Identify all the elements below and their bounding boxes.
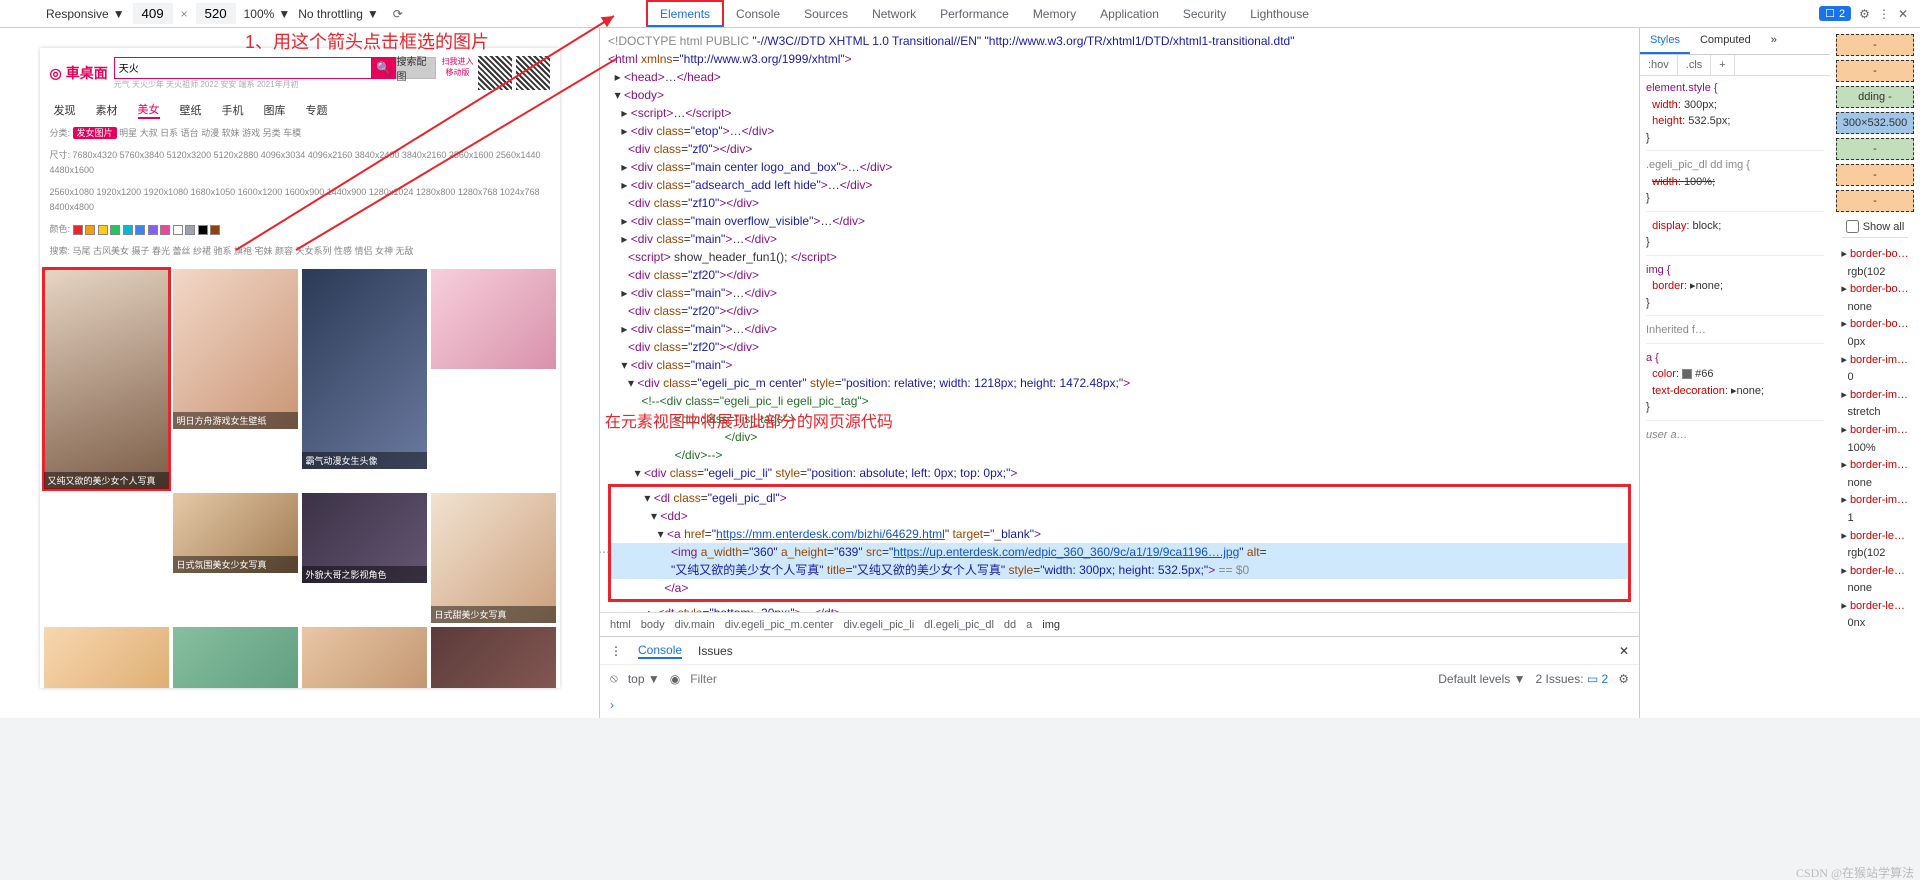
- elements-panel: <!DOCTYPE html PUBLIC "-//W3C//DTD XHTML…: [600, 28, 1640, 718]
- thumb-selected[interactable]: 又纯又欲的美少女个人写真: [44, 269, 169, 489]
- thumb[interactable]: [431, 627, 556, 688]
- styles-tab[interactable]: Styles: [1640, 28, 1690, 54]
- filter-color: 颜色:: [40, 218, 560, 240]
- rendered-page[interactable]: ◎ 車桌面 🔍 搜索配图 元气 天火少年 天火祖师 2022 安安 端系 202…: [40, 48, 560, 688]
- close-icon[interactable]: ✕: [1898, 7, 1908, 21]
- filter-search: 搜索: 马尾 古风美女 摄子 春光 蕾丝 纱裙 驰系 旗袍 宅妹 颜容 天女系列…: [40, 240, 560, 262]
- annotation-2: 2、在元素视图中将展现此部分的网页源代码: [600, 408, 893, 432]
- boxmodel-panel: - - dding - 300×532.500 - - - Show all ▸…: [1830, 28, 1920, 718]
- device-preview: ◎ 車桌面 🔍 搜索配图 元气 天火少年 天火祖师 2022 安安 端系 202…: [0, 28, 600, 718]
- eye-icon[interactable]: ◉: [670, 672, 680, 686]
- drawer-tabs: ⋮ Console Issues ✕: [600, 636, 1639, 664]
- tab-application[interactable]: Application: [1088, 0, 1171, 27]
- thumb[interactable]: [44, 627, 169, 688]
- tab-security[interactable]: Security: [1171, 0, 1238, 27]
- thumb[interactable]: [302, 627, 427, 688]
- settings-icon[interactable]: ⚙: [1859, 7, 1870, 21]
- more-styles-tabs[interactable]: »: [1761, 28, 1787, 54]
- qr-code-1: [478, 56, 512, 90]
- issues-badge[interactable]: ☐ 2: [1819, 6, 1851, 21]
- viewport-width-input[interactable]: [133, 3, 173, 24]
- thumb[interactable]: 霸气动漫女生头像: [302, 269, 427, 469]
- cls-toggle[interactable]: .cls: [1678, 55, 1712, 75]
- console-prompt[interactable]: ›: [600, 692, 1639, 718]
- thumb[interactable]: 日式氛围美女少女写真: [173, 493, 298, 573]
- hov-toggle[interactable]: :hov: [1640, 55, 1678, 75]
- bm-padding: dding -: [1836, 86, 1914, 108]
- computed-props[interactable]: ▸ border-bo… rgb(102▸ border-bo… none▸ b…: [1837, 242, 1912, 637]
- throttle-select[interactable]: No throttling ▼: [298, 7, 379, 21]
- bm-border: -: [1836, 60, 1914, 82]
- thumb[interactable]: 外貌大哥之影视角色: [302, 493, 427, 583]
- bm-content: 300×532.500: [1836, 112, 1914, 134]
- styles-rules[interactable]: element.style { width: 300px; height: 53…: [1640, 76, 1830, 447]
- device-select[interactable]: Responsive ▼: [46, 7, 125, 21]
- console-filter-bar: ⦸ top ▼ ◉ Default levels ▼ 2 Issues: ▭ 2…: [600, 664, 1639, 692]
- more-vert-icon[interactable]: ⋮: [1878, 7, 1890, 21]
- watermark: CSDN @在猴站学算法: [1796, 864, 1914, 880]
- dom-tree[interactable]: <!DOCTYPE html PUBLIC "-//W3C//DTD XHTML…: [600, 28, 1639, 612]
- filter-size: 尺寸: 7680x4320 5760x3840 5120x3200 5120x2…: [40, 144, 560, 181]
- dom-breadcrumb[interactable]: htmlbodydiv.maindiv.egeli_pic_m.centerdi…: [600, 612, 1639, 636]
- drawer-issues-tab[interactable]: Issues: [698, 644, 733, 658]
- issues-link[interactable]: 2 Issues: ▭ 2: [1536, 672, 1609, 686]
- thumb[interactable]: [431, 269, 556, 369]
- tab-performance[interactable]: Performance: [928, 0, 1021, 27]
- rotate-icon[interactable]: ⟳: [387, 3, 409, 25]
- thumb[interactable]: 古风旗袍美女: [173, 627, 298, 688]
- qr-code-2: [516, 56, 550, 90]
- dom-doctype: <!DOCTYPE html PUBLIC "-//W3C//DTD XHTML…: [608, 32, 1631, 50]
- search-hints: 元气 天火少年 天火祖师 2022 安安 端系 2021年月初: [114, 79, 436, 90]
- execution-context[interactable]: top ▼: [628, 672, 660, 686]
- clear-console-icon[interactable]: ⦸: [610, 671, 618, 686]
- drawer-console-tab[interactable]: Console: [638, 643, 682, 659]
- tab-elements[interactable]: Elements: [646, 0, 724, 27]
- tab-network[interactable]: Network: [860, 0, 928, 27]
- site-nav: 发现 素材 美女 壁纸 手机 图库 专题: [40, 98, 560, 122]
- filter-category: 分类: 发女图片 明星 大叔 日系 语台 动漫 软妹 游戏 另类 车模: [40, 122, 560, 144]
- site-logo[interactable]: ◎ 車桌面: [50, 63, 108, 83]
- search-button[interactable]: 🔍: [372, 57, 396, 79]
- console-filter-input[interactable]: [690, 672, 1428, 686]
- show-all-checkbox[interactable]: Show all: [1842, 216, 1909, 238]
- tab-lighthouse[interactable]: Lighthouse: [1238, 0, 1321, 27]
- search-more-button[interactable]: 搜索配图: [396, 57, 436, 79]
- drawer-more-icon[interactable]: ⋮: [610, 644, 622, 658]
- drawer-close-icon[interactable]: ✕: [1619, 644, 1629, 658]
- search-input[interactable]: [114, 57, 372, 79]
- tab-memory[interactable]: Memory: [1021, 0, 1088, 27]
- devtools-tabs: Elements Console Sources Network Perform…: [640, 0, 1920, 28]
- zoom-select[interactable]: 100% ▼: [244, 7, 291, 21]
- styles-panel: Styles Computed » :hov .cls + element.st…: [1640, 28, 1830, 718]
- tab-console[interactable]: Console: [724, 0, 792, 27]
- viewport-height-input[interactable]: [196, 3, 236, 24]
- thumb[interactable]: 日式甜美少女写真: [431, 493, 556, 623]
- image-grid: 又纯又欲的美少女个人写真 明日方舟游戏女生壁纸 霸气动漫女生头像 日式氛围美女少…: [40, 269, 560, 688]
- annotation-1: 1、用这个箭头点击框选的图片: [245, 28, 489, 54]
- computed-tab[interactable]: Computed: [1690, 28, 1761, 54]
- console-settings-icon[interactable]: ⚙: [1618, 672, 1629, 686]
- new-rule-icon[interactable]: +: [1711, 55, 1734, 75]
- bm-margin: -: [1836, 34, 1914, 56]
- tab-sources[interactable]: Sources: [792, 0, 860, 27]
- log-levels[interactable]: Default levels ▼: [1438, 672, 1525, 686]
- thumb[interactable]: 明日方舟游戏女生壁纸: [173, 269, 298, 429]
